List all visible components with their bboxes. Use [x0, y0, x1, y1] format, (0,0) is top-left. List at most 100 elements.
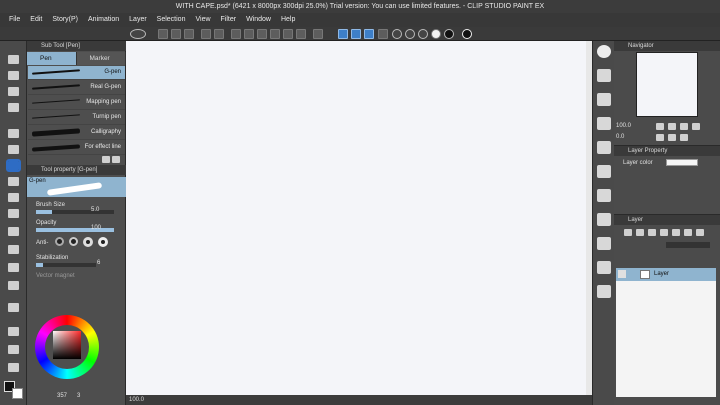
decoration-tool-icon[interactable] [8, 227, 19, 236]
gradient-tool-icon[interactable] [8, 303, 19, 312]
antialias-medium-option[interactable] [83, 237, 93, 247]
undo-icon[interactable] [201, 29, 211, 39]
antialias-weak-option[interactable] [69, 237, 78, 246]
material-7-icon[interactable] [597, 213, 611, 226]
zoom-in-icon[interactable] [668, 123, 676, 130]
menu-file[interactable]: File [4, 13, 25, 27]
material-3-icon[interactable] [597, 117, 611, 130]
navigator-rotation[interactable]: 0.0 [616, 134, 624, 140]
fill-icon[interactable] [244, 29, 254, 39]
new-layer-icon[interactable] [624, 229, 632, 236]
material-4-icon[interactable] [597, 141, 611, 154]
brush-item-mapping-pen[interactable]: Mapping pen [28, 96, 125, 110]
brush-item-turnip-pen[interactable]: Turnip pen [28, 111, 125, 125]
transform-icon[interactable] [296, 29, 306, 39]
menu-selection[interactable]: Selection [152, 13, 191, 27]
brush-item-effect-line[interactable]: For effect line [28, 141, 125, 155]
deselect-icon[interactable] [313, 29, 323, 39]
antialias-none-option[interactable] [55, 237, 64, 246]
operation-tool-icon[interactable] [8, 87, 19, 96]
move-tool-icon[interactable] [8, 71, 19, 80]
rotate-right-icon[interactable] [405, 29, 415, 39]
stabilization-slider[interactable] [36, 263, 96, 267]
paste-icon[interactable] [283, 29, 293, 39]
copy-subtool-icon[interactable] [102, 156, 110, 163]
zoom-tool-icon[interactable] [8, 55, 19, 64]
zoom-readout[interactable]: 100.0 [129, 397, 144, 403]
tab-pen[interactable]: Pen [27, 52, 77, 65]
cut-icon[interactable] [257, 29, 267, 39]
drawing-canvas[interactable] [126, 41, 586, 395]
material-icon[interactable] [597, 69, 611, 82]
saturation-value-square[interactable] [53, 331, 81, 359]
brush-size-value[interactable]: 5.0 [91, 207, 99, 213]
eye-icon[interactable] [130, 29, 146, 39]
material-8-icon[interactable] [597, 237, 611, 250]
sub-color-swatch[interactable] [12, 388, 23, 399]
snap-grid-icon[interactable] [364, 29, 374, 39]
tab-marker[interactable]: Marker [76, 52, 126, 65]
new-folder-icon[interactable] [648, 229, 656, 236]
material-10-icon[interactable] [597, 285, 611, 298]
material-2-icon[interactable] [597, 93, 611, 106]
brush-tool-icon[interactable] [8, 193, 19, 202]
brush-item-g-pen[interactable]: G-pen [28, 66, 125, 80]
snap-special-ruler-icon[interactable] [351, 29, 361, 39]
menu-window[interactable]: Window [241, 13, 276, 27]
actual-size-icon[interactable] [692, 123, 700, 130]
blend-tool-icon[interactable] [8, 263, 19, 272]
menu-view[interactable]: View [190, 13, 215, 27]
menu-layer[interactable]: Layer [124, 13, 152, 27]
info-icon[interactable] [462, 29, 472, 39]
pen-tool-icon[interactable] [6, 159, 21, 172]
search-icon[interactable] [597, 45, 611, 58]
rotate-left-nav-icon[interactable] [656, 134, 664, 141]
mask-icon[interactable] [684, 229, 692, 236]
frame-tool-icon[interactable] [8, 345, 19, 354]
brush-item-calligraphy[interactable]: Calligraphy [28, 126, 125, 140]
flip-nav-icon[interactable] [680, 134, 688, 141]
save-icon[interactable] [184, 29, 194, 39]
menu-filter[interactable]: Filter [216, 13, 242, 27]
color-circle-icon[interactable] [431, 29, 441, 39]
material-5-icon[interactable] [597, 165, 611, 178]
delete-layer-icon[interactable] [696, 229, 704, 236]
opacity-slider[interactable] [36, 228, 114, 232]
new-vector-layer-icon[interactable] [636, 229, 644, 236]
move-layer-tool-icon[interactable] [8, 103, 19, 112]
layer-list[interactable] [616, 281, 716, 397]
eraser-tool-icon[interactable] [8, 245, 19, 254]
material-9-icon[interactable] [597, 261, 611, 274]
brush-size-slider[interactable] [36, 210, 114, 214]
selection-tool-icon[interactable] [8, 129, 19, 138]
snap-ruler-icon[interactable] [338, 29, 348, 39]
open-file-icon[interactable] [171, 29, 181, 39]
menu-edit[interactable]: Edit [25, 13, 47, 27]
layer-opacity-slider[interactable] [666, 242, 710, 248]
stabilization-value[interactable]: 6 [97, 260, 100, 266]
material-6-icon[interactable] [597, 189, 611, 202]
fit-icon[interactable] [680, 123, 688, 130]
copy-icon[interactable] [270, 29, 280, 39]
rotate-left-icon[interactable] [392, 29, 402, 39]
redo-icon[interactable] [214, 29, 224, 39]
clip-icon[interactable] [672, 229, 680, 236]
navigator-zoom[interactable]: 100.0 [616, 123, 631, 129]
clear-icon[interactable] [231, 29, 241, 39]
draw-color-icon[interactable] [444, 29, 454, 39]
brush-item-real-g-pen[interactable]: Real G-pen [28, 81, 125, 95]
figure-tool-icon[interactable] [8, 327, 19, 336]
layer-row[interactable]: Layer [616, 268, 716, 281]
navigator-preview[interactable] [636, 52, 698, 117]
delete-subtool-icon[interactable] [112, 156, 120, 163]
antialias-strong-option[interactable] [98, 237, 108, 247]
auto-select-tool-icon[interactable] [8, 145, 19, 154]
zoom-out-icon[interactable] [656, 123, 664, 130]
pencil-tool-icon[interactable] [8, 177, 19, 186]
airbrush-tool-icon[interactable] [8, 209, 19, 218]
menu-animation[interactable]: Animation [83, 13, 124, 27]
opacity-value[interactable]: 100 [91, 225, 101, 231]
lock-icon[interactable] [660, 229, 668, 236]
menu-story[interactable]: Story(P) [47, 13, 83, 27]
layer-color-swatch[interactable] [666, 159, 698, 166]
